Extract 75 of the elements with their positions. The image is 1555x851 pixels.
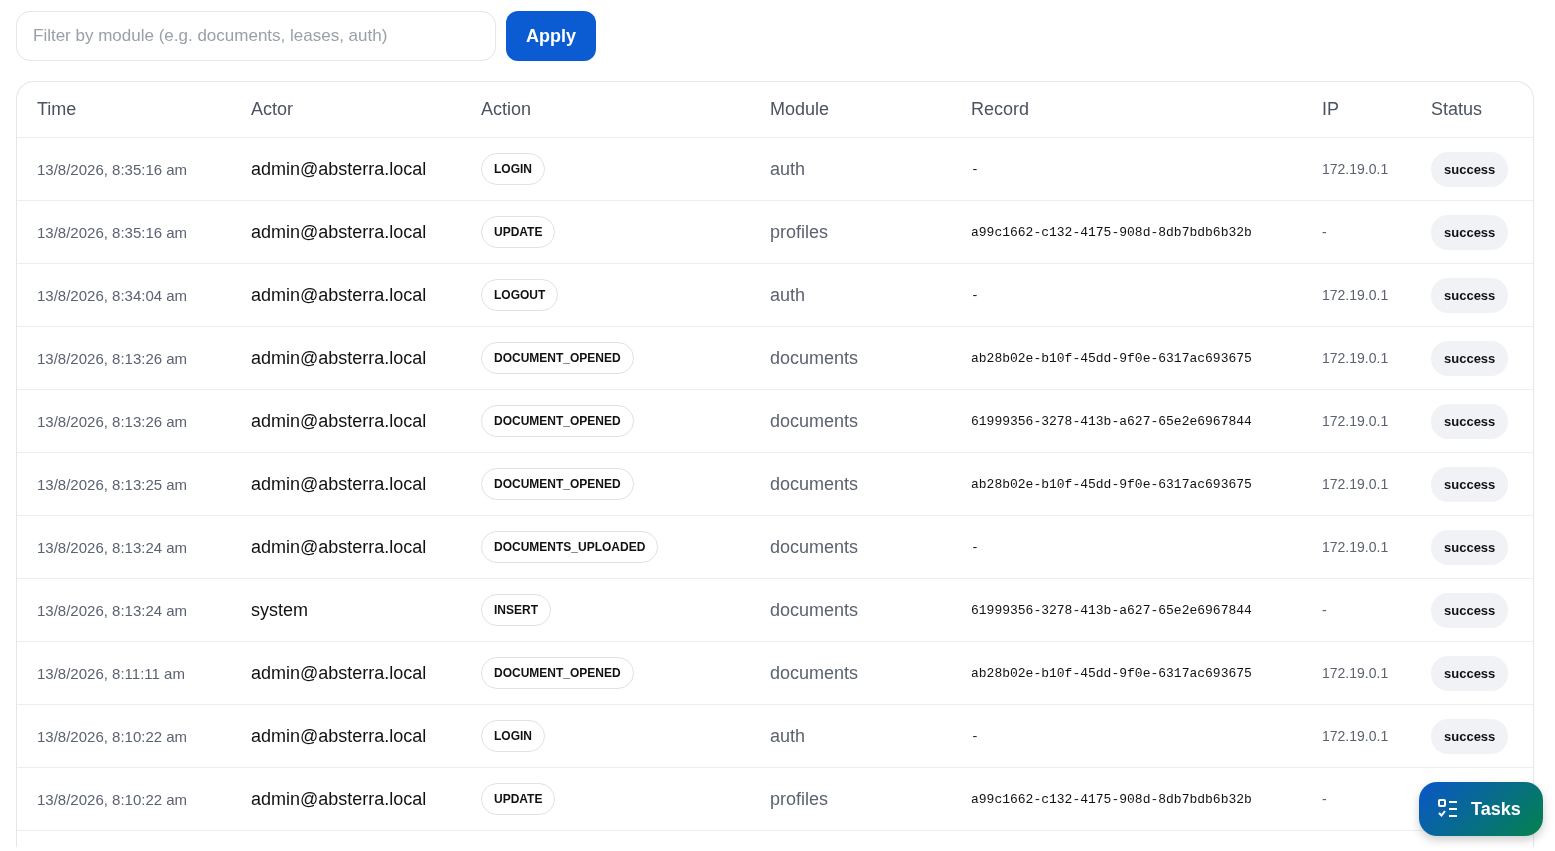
module-cell: auth bbox=[770, 725, 806, 747]
status-tag: success bbox=[1431, 466, 1509, 502]
column-header: Action bbox=[481, 99, 532, 120]
actor-cell: admin@absterra.local bbox=[251, 221, 427, 243]
module-cell: documents bbox=[770, 347, 859, 369]
status-tag: success bbox=[1431, 277, 1509, 313]
time-cell: 13/8/2026, 8:13:26 am bbox=[37, 349, 188, 367]
status-tag: success bbox=[1431, 718, 1509, 754]
ip-cell: 172.19.0.1 bbox=[1322, 665, 1389, 681]
actor-cell: admin@absterra.local bbox=[251, 536, 427, 558]
record-id: ab28b02e-b10f-45dd-9f0e-6317ac693675 bbox=[971, 476, 1252, 492]
status-tag: success bbox=[1431, 529, 1509, 565]
record-id: - bbox=[971, 728, 979, 744]
time-cell: 13/8/2026, 8:13:24 am bbox=[37, 538, 188, 556]
time-cell: 13/8/2026, 8:10:22 am bbox=[37, 790, 188, 808]
time-cell: 13/8/2026, 8:35:16 am bbox=[37, 160, 188, 178]
ip-cell: 172.19.0.1 bbox=[1322, 287, 1389, 303]
column-header: IP bbox=[1322, 99, 1339, 120]
module-cell: documents bbox=[770, 599, 859, 621]
module-cell: documents bbox=[770, 473, 859, 495]
ip-cell: - bbox=[1322, 224, 1327, 240]
record-id: 61999356-3278-413b-a627-65e2e6967844 bbox=[971, 602, 1252, 618]
module-cell: profiles bbox=[770, 221, 829, 243]
time-cell: 13/8/2026, 8:34:04 am bbox=[37, 286, 188, 304]
column-header: Actor bbox=[251, 99, 293, 120]
record-id: - bbox=[971, 287, 979, 303]
ip-cell: 172.19.0.1 bbox=[1322, 413, 1389, 429]
ip-cell: 172.19.0.1 bbox=[1322, 476, 1389, 492]
actor-cell: admin@absterra.local bbox=[251, 158, 427, 180]
actor-cell: admin@absterra.local bbox=[251, 473, 427, 495]
record-id: a99c1662-c132-4175-908d-8db7bdb6b32b bbox=[971, 791, 1252, 807]
module-cell: documents bbox=[770, 536, 859, 558]
record-id: a99c1662-c132-4175-908d-8db7bdb6b32b bbox=[971, 224, 1252, 240]
ip-cell: 172.19.0.1 bbox=[1322, 350, 1389, 366]
actor-cell: admin@absterra.local bbox=[251, 410, 427, 432]
tasks-button[interactable]: Tasks bbox=[1419, 782, 1543, 836]
actor-cell: admin@absterra.local bbox=[251, 788, 427, 810]
status-tag: success bbox=[1431, 403, 1509, 439]
status-tag: success bbox=[1431, 592, 1509, 628]
actor-cell: admin@absterra.local bbox=[251, 284, 427, 306]
time-cell: 13/8/2026, 8:11:11 am bbox=[37, 664, 185, 682]
actor-cell: admin@absterra.local bbox=[251, 662, 427, 684]
time-cell: 13/8/2026, 8:13:24 am bbox=[37, 601, 188, 619]
column-header: Time bbox=[37, 99, 77, 120]
record-id: ab28b02e-b10f-45dd-9f0e-6317ac693675 bbox=[971, 350, 1252, 366]
record-id: - bbox=[971, 161, 979, 177]
ip-cell: - bbox=[1322, 791, 1327, 807]
module-cell: auth bbox=[770, 284, 806, 306]
module-cell: documents bbox=[770, 662, 859, 684]
status-tag: success bbox=[1431, 151, 1509, 187]
ip-cell: 172.19.0.1 bbox=[1322, 161, 1389, 177]
record-id: 61999356-3278-413b-a627-65e2e6967844 bbox=[971, 413, 1252, 429]
time-cell: 13/8/2026, 8:13:26 am bbox=[37, 412, 188, 430]
actor-cell: system bbox=[251, 599, 308, 621]
status-tag: success bbox=[1431, 340, 1509, 376]
ip-cell: 172.19.0.1 bbox=[1322, 728, 1389, 744]
actor-cell: admin@absterra.local bbox=[251, 725, 427, 747]
time-cell: 13/8/2026, 8:10:22 am bbox=[37, 727, 188, 745]
module-cell: profiles bbox=[770, 788, 829, 810]
filter-field[interactable]: Filter by module (e.g. documents, leases, auth) bbox=[16, 11, 496, 61]
status-tag: success bbox=[1431, 655, 1509, 691]
record-id: - bbox=[971, 539, 979, 555]
time-cell: 13/8/2026, 8:35:16 am bbox=[37, 223, 188, 241]
apply-button[interactable]: Apply bbox=[506, 11, 596, 61]
module-cell: auth bbox=[770, 158, 806, 180]
ip-cell: 172.19.0.1 bbox=[1322, 539, 1389, 555]
module-cell: documents bbox=[770, 410, 859, 432]
time-cell: 13/8/2026, 8:13:25 am bbox=[37, 475, 188, 493]
column-header: Module bbox=[770, 99, 830, 120]
status-tag: success bbox=[1431, 214, 1509, 250]
column-header: Status bbox=[1431, 99, 1483, 120]
column-header: Record bbox=[971, 99, 1030, 120]
actor-cell: admin@absterra.local bbox=[251, 347, 427, 369]
record-id: ab28b02e-b10f-45dd-9f0e-6317ac693675 bbox=[971, 665, 1252, 681]
ip-cell: - bbox=[1322, 602, 1327, 618]
